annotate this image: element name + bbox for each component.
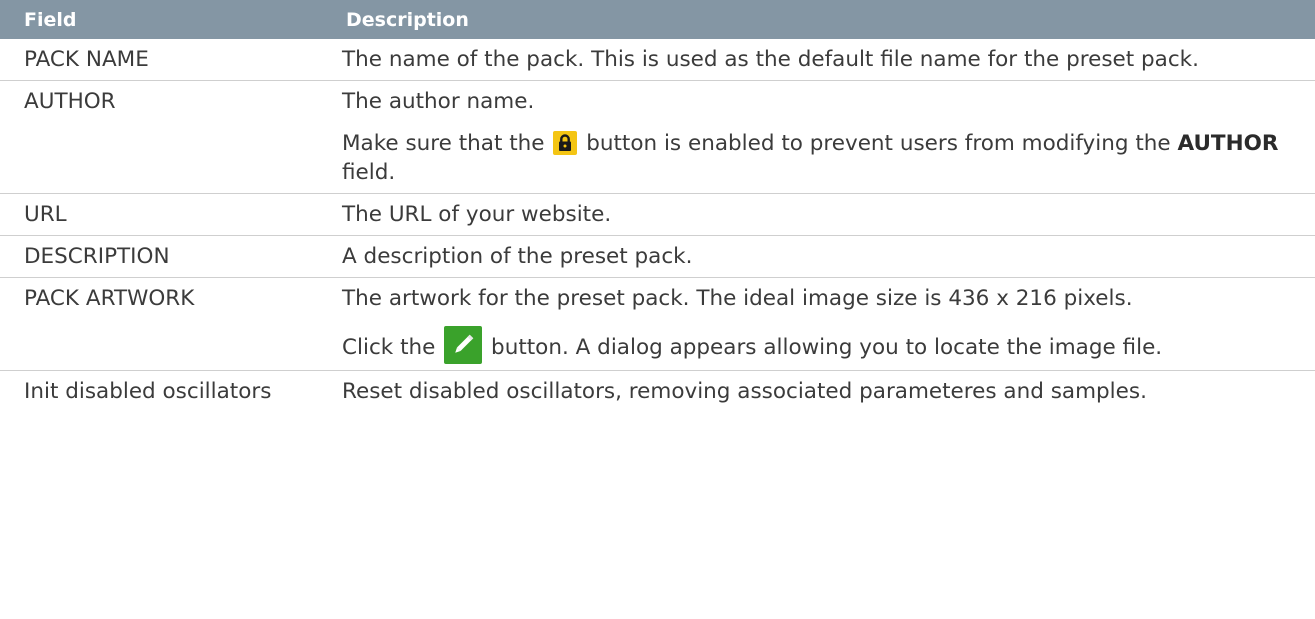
- bold-field-name: AUTHOR: [1177, 131, 1279, 156]
- text-segment: button is enabled to prevent users from …: [586, 131, 1171, 156]
- table-row: Init disabled oscillators Reset disabled…: [0, 371, 1315, 413]
- field-name: PACK NAME: [0, 39, 322, 81]
- table-row: AUTHOR The author name. Make sure that t…: [0, 80, 1315, 194]
- field-description: Reset disabled oscillators, removing ass…: [322, 371, 1315, 413]
- text-segment: button. A dialog appears allowing you to…: [491, 335, 1163, 360]
- description-line: The URL of your website.: [342, 202, 612, 227]
- field-description: The author name. Make sure that the butt…: [322, 80, 1315, 194]
- table-row: DESCRIPTION A description of the preset …: [0, 235, 1315, 278]
- field-name: Init disabled oscillators: [24, 379, 272, 404]
- field-description: The name of the pack. This is used as th…: [322, 39, 1315, 81]
- field-description: The artwork for the preset pack. The ide…: [322, 277, 1315, 371]
- text-segment: Click the: [342, 335, 436, 360]
- table-row: URL The URL of your website.: [0, 193, 1315, 236]
- text-segment: field.: [342, 160, 396, 185]
- fields-table: Field Description PACK NAME The name of …: [0, 0, 1315, 412]
- description-line: The name of the pack. This is used as th…: [342, 47, 1199, 72]
- field-name: AUTHOR: [0, 80, 322, 194]
- lock-icon: [553, 131, 578, 155]
- table-row: PACK ARTWORK The artwork for the preset …: [0, 277, 1315, 371]
- field-description: A description of the preset pack.: [322, 235, 1315, 278]
- field-name: DESCRIPTION: [0, 235, 322, 278]
- header-field: Field: [0, 0, 322, 39]
- text-segment: Make sure that the: [342, 131, 545, 156]
- field-name: URL: [0, 193, 322, 236]
- header-description: Description: [322, 0, 1315, 39]
- description-line: Make sure that the button is enabled to …: [342, 129, 1305, 187]
- field-name: PACK ARTWORK: [0, 277, 322, 371]
- description-line: Reset disabled oscillators, removing ass…: [342, 379, 1147, 404]
- description-line: Click the button. A dialog appears allow…: [342, 326, 1305, 364]
- description-line: The author name.: [342, 89, 535, 114]
- description-line: The artwork for the preset pack. The ide…: [342, 286, 1133, 311]
- table-row: PACK NAME The name of the pack. This is …: [0, 39, 1315, 81]
- description-line: A description of the preset pack.: [342, 244, 693, 269]
- field-description: The URL of your website.: [322, 193, 1315, 236]
- table-header-row: Field Description: [0, 0, 1315, 39]
- pencil-icon: [444, 326, 483, 364]
